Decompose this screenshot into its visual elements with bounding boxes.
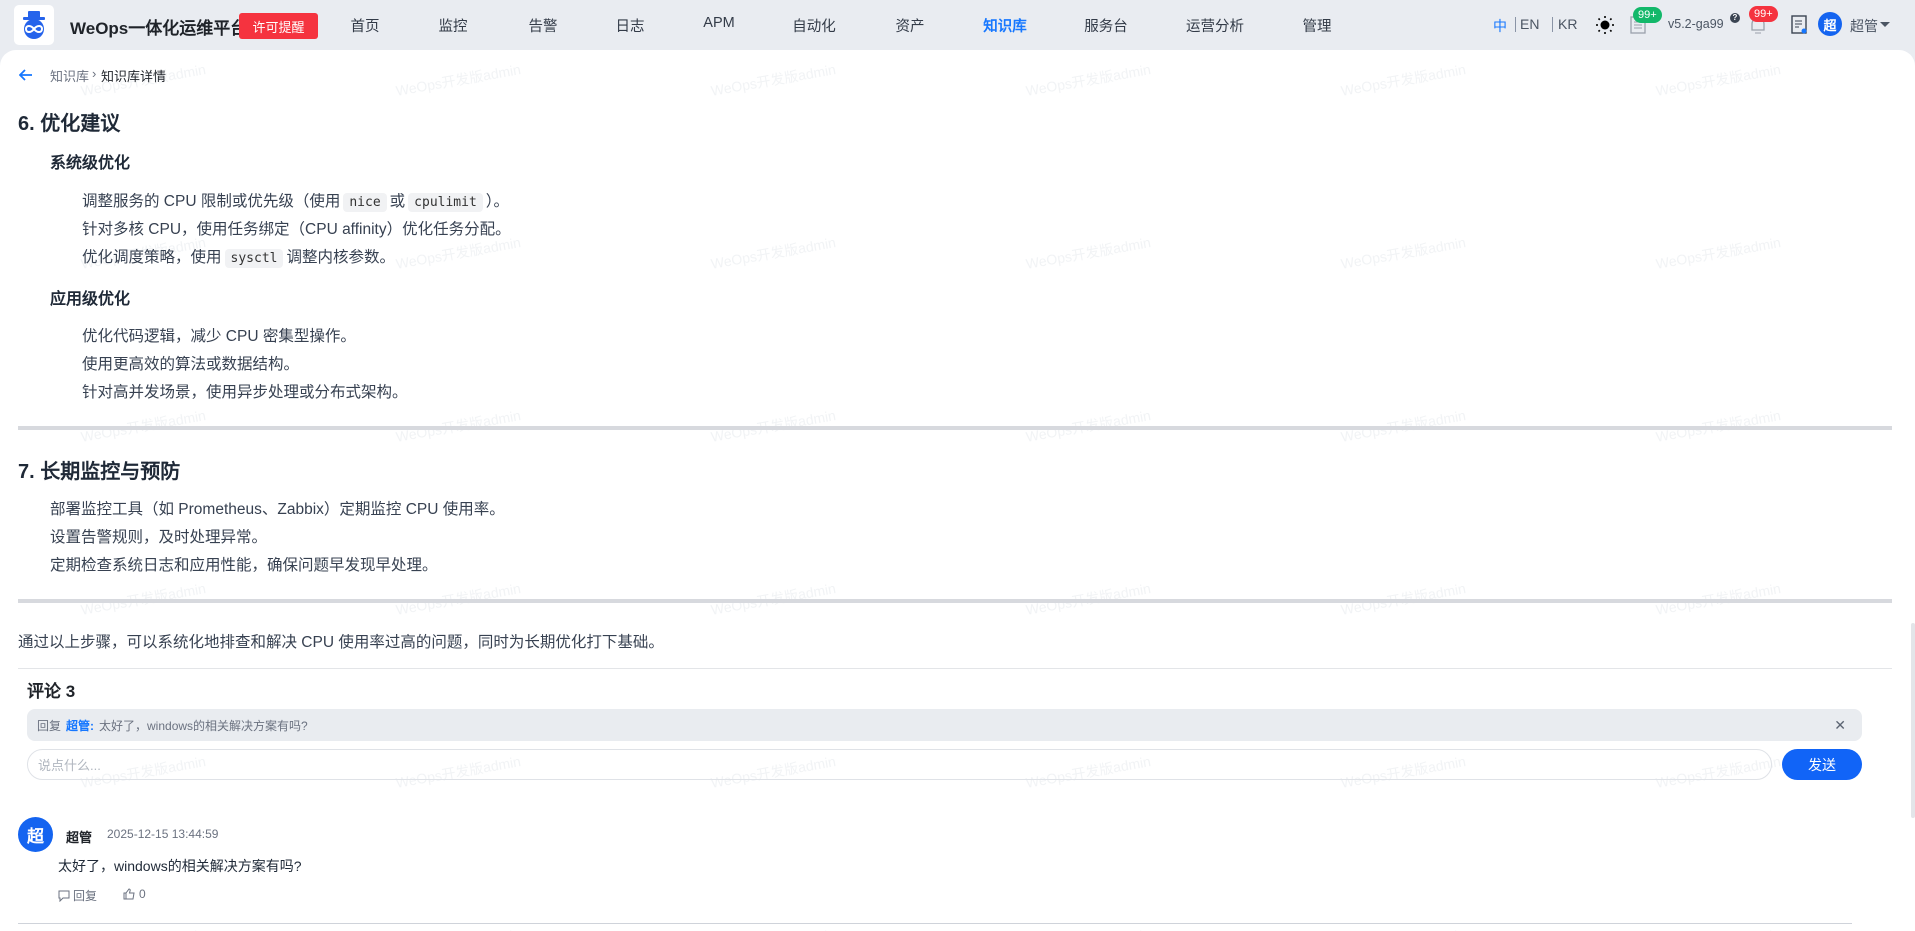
inline-code: cpulimit — [408, 193, 483, 212]
inline-code: sysctl — [224, 249, 284, 268]
thumbs-up-icon — [123, 888, 135, 900]
lang-kr[interactable]: KR — [1558, 16, 1577, 32]
section-divider — [18, 599, 1892, 603]
watermark: WeOps开发版admin — [1654, 924, 1782, 931]
theme-sun-icon[interactable] — [1596, 16, 1614, 34]
list-item: 调整服务的 CPU 限制或优先级（使用 nice 或 cpulimit）。 — [82, 193, 510, 212]
user-avatar[interactable]: 超 — [1818, 12, 1842, 36]
user-name[interactable]: 超管 — [1850, 16, 1878, 36]
watermark: WeOps开发版admin — [1339, 234, 1467, 272]
watermark: WeOps开发版admin — [1024, 924, 1152, 931]
watermark: WeOps开发版admin — [709, 61, 837, 99]
comments-title: 评论 3 — [27, 682, 76, 701]
comment-icon — [58, 890, 70, 902]
comment-avatar: 超 — [18, 817, 53, 852]
back-arrow-icon[interactable] — [19, 69, 33, 81]
list-item: 设置告警规则，及时处理异常。 — [50, 529, 268, 546]
inline-code: nice — [343, 193, 387, 212]
nav-item-4[interactable]: APM — [703, 15, 734, 31]
list-item: 部署监控工具（如 Prometheus、Zabbix）定期监控 CPU 使用率。 — [50, 501, 505, 518]
watermark: WeOps开发版admin — [394, 924, 522, 931]
nav-item-5[interactable]: 自动化 — [792, 15, 836, 36]
reply-target-bar: 回复 超管: 太好了，windows的相关解决方案有吗? ✕ — [27, 709, 1862, 741]
close-reply-icon[interactable]: ✕ — [1834, 717, 1846, 734]
watermark: WeOps开发版admin — [1654, 234, 1782, 272]
license-reminder-button[interactable]: 许可提醒 — [239, 13, 318, 39]
reply-user: 超管: — [66, 718, 95, 733]
lang-zh[interactable]: 中 — [1493, 16, 1507, 36]
list-item: 定期检查系统日志和应用性能，确保问题早发现早处理。 — [50, 557, 438, 574]
comment-user: 超管 — [66, 830, 93, 845]
nav-item-3[interactable]: 日志 — [616, 15, 645, 36]
reply-prefix: 回复 — [37, 718, 62, 733]
watermark: WeOps开发版admin — [1024, 234, 1152, 272]
watermark: WeOps开发版admin — [79, 924, 207, 931]
lang-separator — [1552, 17, 1553, 32]
comment-input[interactable]: 说点什么... — [27, 749, 1772, 780]
scrollbar[interactable] — [1911, 623, 1915, 818]
list-item: 针对高并发场景，使用异步处理或分布式架构。 — [82, 384, 408, 401]
comment-text: 太好了，windows的相关解决方案有吗? — [58, 858, 302, 874]
watermark: WeOps开发版admin — [394, 61, 522, 99]
list-item: 使用更高效的算法或数据结构。 — [82, 356, 300, 373]
breadcrumb-current: 知识库详情 — [101, 69, 167, 84]
nav-item-7[interactable]: 知识库 — [983, 15, 1027, 36]
nav-item-9[interactable]: 运营分析 — [1186, 15, 1244, 36]
comment-reply-button[interactable]: 回复 — [58, 887, 97, 904]
section-6-heading: 6. 优化建议 — [18, 113, 121, 135]
nav-item-2[interactable]: 告警 — [529, 15, 558, 36]
watermark: WeOps开发版admin — [1654, 61, 1782, 99]
app-optimization-heading: 应用级优化 — [50, 291, 131, 308]
top-header: WeOps一体化运维平台 许可提醒 首页 监控 告警 日志 APM 自动化 资产 知识库 服务台… — [0, 0, 1915, 50]
content-card: WeOps开发版admin WeOps开发版admin WeOps开发版admin W… — [0, 50, 1915, 931]
nav-item-6[interactable]: 资产 — [896, 15, 925, 36]
nav-item-10[interactable]: 管理 — [1303, 15, 1332, 36]
reply-label: 回复 — [73, 889, 98, 903]
notification-badge: 99+ — [1749, 6, 1778, 22]
like-count: 0 — [139, 887, 146, 901]
weops-logo[interactable] — [14, 5, 54, 45]
version-label: v5.2-ga99 — [1668, 17, 1724, 31]
conclusion-paragraph: 通过以上步骤，可以系统化地排查和解决 CPU 使用率过高的问题，同时为长期优化打… — [18, 634, 664, 651]
like-button[interactable]: 0 — [123, 887, 146, 901]
watermark: WeOps开发版admin — [1339, 61, 1467, 99]
system-optimization-heading: 系统级优化 — [50, 155, 131, 172]
watermark: WeOps开发版admin — [709, 924, 837, 931]
comment-divider — [18, 923, 1852, 924]
lang-separator — [1515, 17, 1516, 32]
watermark: WeOps开发版admin — [709, 234, 837, 272]
breadcrumb-parent[interactable]: 知识库 — [50, 66, 89, 85]
breadcrumb-separator: › — [92, 66, 97, 81]
app-title: WeOps一体化运维平台 — [70, 19, 248, 38]
section-7-heading: 7. 长期监控与预防 — [18, 461, 181, 483]
send-button[interactable]: 发送 — [1782, 749, 1862, 780]
user-doc-icon[interactable] — [1791, 15, 1808, 35]
comments-divider — [18, 668, 1892, 669]
list-item: 优化调度策略，使用 sysctl 调整内核参数。 — [82, 249, 395, 268]
list-item: 针对多核 CPU，使用任务绑定（CPU affinity）优化任务分配。 — [82, 221, 511, 238]
logo-icon — [23, 11, 45, 39]
document-badge: 99+ — [1633, 7, 1662, 23]
nav-item-1[interactable]: 监控 — [439, 15, 468, 36]
watermark: WeOps开发版admin — [1339, 924, 1467, 931]
watermark: WeOps开发版admin — [1024, 61, 1152, 99]
lang-en[interactable]: EN — [1520, 16, 1539, 32]
nav-item-0[interactable]: 首页 — [351, 15, 380, 36]
section-divider — [18, 426, 1892, 430]
reply-text: 太好了，windows的相关解决方案有吗? — [99, 718, 308, 733]
user-menu-caret-icon[interactable] — [1880, 22, 1890, 27]
list-item: 优化代码逻辑，减少 CPU 密集型操作。 — [82, 328, 356, 345]
help-icon[interactable]: ? — [1730, 13, 1740, 23]
comment-time: 2025-12-15 13:44:59 — [107, 827, 219, 841]
nav-item-8[interactable]: 服务台 — [1084, 15, 1128, 36]
